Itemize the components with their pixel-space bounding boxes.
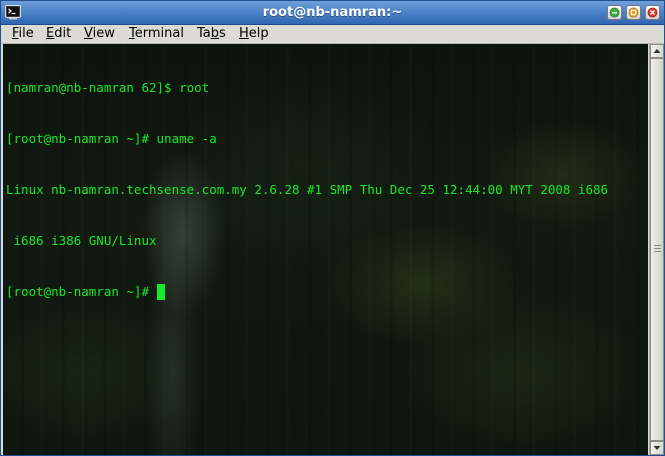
menu-edit[interactable]: Edit [46, 26, 71, 43]
minimize-button[interactable] [607, 5, 622, 20]
close-icon [647, 7, 658, 18]
title-bar[interactable]: root@nb-namran:~ [1, 1, 664, 25]
scroll-up-button[interactable] [650, 44, 664, 58]
terminal-line: i686 i386 GNU/Linux [6, 233, 157, 248]
close-button[interactable] [645, 5, 660, 20]
scrollbar-thumb[interactable] [650, 58, 664, 441]
scroll-down-button[interactable] [650, 441, 664, 455]
window-title: root@nb-namran:~ [262, 5, 403, 20]
text-cursor [156, 284, 165, 300]
terminal-text: [namran@nb-namran 62]$ root [root@nb-nam… [6, 45, 608, 334]
menu-terminal[interactable]: Terminal [129, 26, 184, 43]
grip-icon [654, 245, 661, 253]
terminal-output[interactable]: [namran@nb-namran 62]$ root [root@nb-nam… [3, 44, 648, 455]
terminal-line: [root@nb-namran ~]# uname -a [6, 131, 217, 146]
menu-view[interactable]: View [84, 26, 115, 43]
terminal-prompt-line: [root@nb-namran ~]# [6, 283, 608, 300]
vertical-scrollbar[interactable] [649, 44, 664, 455]
menu-tabs[interactable]: Tabs [197, 26, 226, 43]
minimize-icon [609, 7, 620, 18]
menu-help[interactable]: Help [239, 26, 269, 43]
maximize-button[interactable] [626, 5, 641, 20]
arrow-down-icon [653, 446, 661, 450]
menu-bar: File Edit View Terminal Tabs Help [1, 25, 664, 44]
arrow-up-icon [653, 49, 661, 53]
menu-file[interactable]: File [12, 26, 34, 43]
maximize-icon [628, 7, 639, 18]
terminal-prompt: [root@nb-namran ~]# [6, 284, 157, 299]
terminal-line: [namran@nb-namran 62]$ root [6, 80, 210, 95]
terminal-window: root@nb-namran:~ File Edit View Terminal… [0, 0, 665, 456]
terminal-line: Linux nb-namran.techsense.com.my 2.6.28 … [6, 182, 609, 197]
